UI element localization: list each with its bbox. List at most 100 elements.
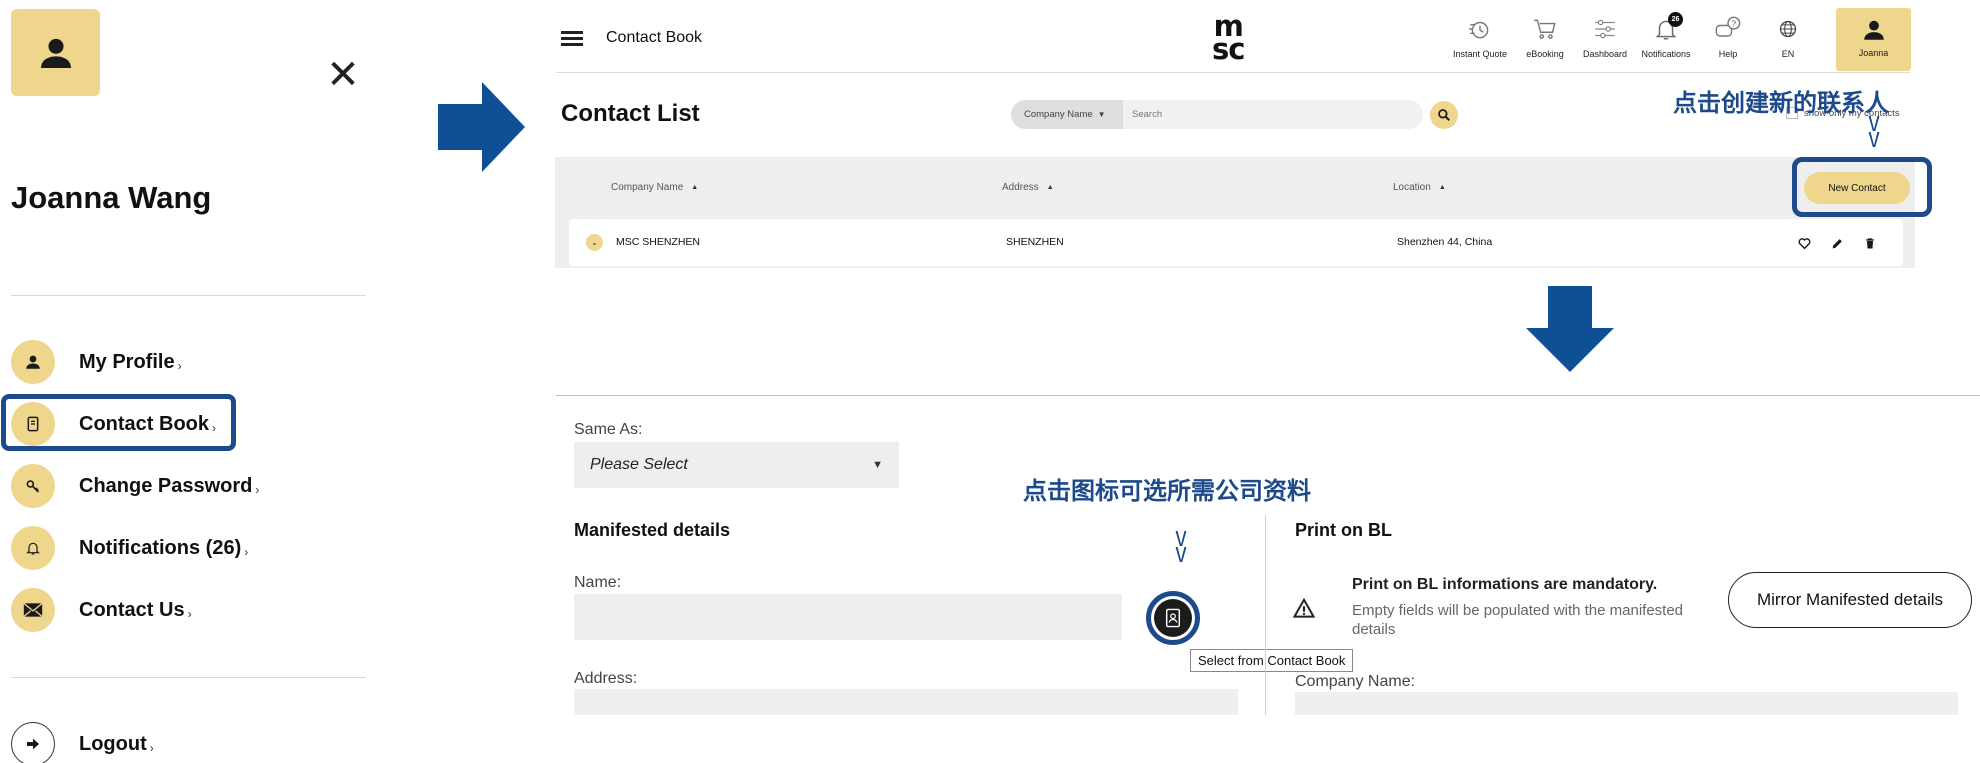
- nav-help[interactable]: ? Help: [1698, 13, 1758, 59]
- manifested-details-title: Manifested details: [574, 520, 731, 540]
- arrow-down-icon: [1526, 286, 1614, 372]
- person-icon: [11, 340, 55, 384]
- notification-badge: 26: [1668, 12, 1683, 27]
- nav-label: Instant Quote: [1452, 49, 1508, 59]
- hamburger-menu-icon[interactable]: [561, 31, 583, 46]
- chevron-down-icon: V: [1867, 128, 1881, 152]
- menu-item-label: Notifications (26): [79, 536, 242, 559]
- sort-asc-icon[interactable]: ▲: [1439, 184, 1446, 191]
- company-name-field[interactable]: [1295, 692, 1958, 715]
- logout-label: Logout: [79, 732, 147, 755]
- nav-language[interactable]: EN: [1758, 13, 1818, 59]
- chevron-right-icon: ›: [244, 544, 249, 559]
- edit-pencil-icon[interactable]: [1829, 235, 1845, 251]
- address-field[interactable]: [574, 689, 1238, 715]
- caret-down-icon: ▼: [872, 459, 883, 471]
- column-header-company[interactable]: Company Name ▲: [611, 182, 698, 193]
- mirror-manifested-button[interactable]: Mirror Manifested details: [1728, 572, 1972, 628]
- msc-logo[interactable]: m sc: [1212, 12, 1245, 64]
- sliders-icon: [1595, 19, 1615, 39]
- arrow-right-icon: [438, 82, 525, 172]
- company-name-label: Company Name:: [1295, 673, 1416, 690]
- user-menu-tab[interactable]: Joanna: [1836, 8, 1911, 71]
- nav-notifications[interactable]: 26 Notifications: [1636, 12, 1696, 59]
- sort-asc-icon[interactable]: ▲: [1047, 184, 1054, 191]
- cart-icon: [1534, 19, 1556, 39]
- search-input[interactable]: [1123, 100, 1423, 129]
- svg-text:?: ?: [1732, 20, 1737, 29]
- chevron-right-icon: ›: [187, 606, 192, 621]
- search-filter-select[interactable]: Company Name ▼: [1011, 100, 1123, 129]
- cell-address: SHENZHEN: [1006, 236, 1064, 248]
- print-description: Empty fields will be populated with the …: [1352, 602, 1684, 638]
- menu-item-notifications[interactable]: Notifications (26) ›: [11, 526, 248, 570]
- column-header-label: Address: [1002, 182, 1039, 193]
- search-button[interactable]: [1430, 101, 1458, 129]
- warning-icon: [1293, 598, 1315, 618]
- envelope-icon: [11, 588, 55, 632]
- menu-item-my-profile[interactable]: My Profile ›: [11, 340, 182, 384]
- globe-icon: [1779, 20, 1797, 38]
- cell-location: Shenzhen 44, China: [1397, 236, 1493, 248]
- contact-book-icon: [1165, 608, 1181, 628]
- menu-item-change-password[interactable]: Change Password ›: [11, 464, 259, 508]
- column-divider: [1265, 515, 1266, 715]
- annotation-new-contact: 点击创建新的联系人: [1673, 89, 1889, 117]
- contact-list-title: Contact List: [561, 100, 700, 127]
- close-icon[interactable]: ✕: [326, 55, 360, 95]
- annotation-chevrons: V V: [1864, 114, 1884, 152]
- column-header-label: Location: [1393, 182, 1431, 193]
- logout-button[interactable]: Logout ›: [11, 722, 154, 763]
- divider: [11, 677, 366, 678]
- sort-asc-icon[interactable]: ▲: [691, 184, 698, 191]
- cell-company: MSC SHENZHEN: [616, 236, 701, 248]
- bell-icon: [11, 526, 55, 570]
- user-tab-label: Joanna: [1858, 48, 1889, 58]
- chevron-right-icon: ›: [177, 358, 182, 373]
- search-filter-label: Company Name: [1024, 109, 1093, 120]
- nav-ebooking[interactable]: eBooking: [1515, 13, 1575, 59]
- search-icon: [1438, 109, 1450, 121]
- same-as-label: Same As:: [574, 421, 643, 438]
- highlight-new-contact: [1792, 157, 1932, 217]
- logout-icon: [11, 722, 55, 763]
- nav-label: eBooking: [1526, 49, 1564, 59]
- column-header-label: Company Name: [611, 182, 684, 193]
- menu-item-label: My Profile: [79, 350, 175, 373]
- delete-trash-icon[interactable]: [1862, 235, 1878, 251]
- nav-label: EN: [1781, 49, 1795, 59]
- chevron-right-icon: ›: [149, 740, 154, 755]
- expand-row-chevron-icon[interactable]: ⌄: [586, 234, 603, 251]
- select-contact-book-button[interactable]: [1146, 591, 1200, 645]
- help-chat-icon: ?: [1715, 16, 1741, 37]
- favorite-heart-icon[interactable]: [1796, 235, 1812, 251]
- name-label: Name:: [574, 574, 622, 591]
- column-header-address[interactable]: Address ▲: [1002, 182, 1054, 193]
- nav-label: Notifications: [1641, 49, 1691, 59]
- nav-dashboard[interactable]: Dashboard: [1575, 13, 1635, 59]
- person-icon: [40, 38, 71, 68]
- nav-label: Dashboard: [1582, 49, 1628, 59]
- same-as-value: Please Select: [590, 456, 688, 473]
- chevron-right-icon: ›: [255, 482, 260, 497]
- menu-item-contact-us[interactable]: Contact Us ›: [11, 588, 192, 632]
- print-on-bl-title: Print on BL: [1295, 520, 1392, 540]
- caret-down-icon: ▼: [1097, 110, 1106, 119]
- section-divider: [556, 395, 1980, 396]
- highlight-contact-book: [1, 394, 236, 451]
- column-header-location[interactable]: Location ▲: [1393, 182, 1446, 193]
- person-icon: [1863, 20, 1884, 40]
- key-icon: [11, 464, 55, 508]
- nav-label: Help: [1718, 49, 1738, 59]
- nav-instant-quote[interactable]: Instant Quote: [1450, 13, 1510, 59]
- user-name: Joanna Wang: [11, 180, 212, 215]
- table-row[interactable]: [569, 219, 1903, 266]
- annotation-pick-company: 点击图标可选所需公司资料: [1023, 477, 1311, 505]
- same-as-select[interactable]: Please Select ▼: [574, 442, 899, 488]
- search-bar: Company Name ▼: [1011, 100, 1423, 129]
- name-field[interactable]: [574, 594, 1122, 640]
- app-title: Contact Book: [606, 29, 703, 46]
- address-label: Address:: [574, 670, 638, 687]
- profile-avatar: [11, 9, 100, 96]
- header-divider: [556, 72, 1910, 73]
